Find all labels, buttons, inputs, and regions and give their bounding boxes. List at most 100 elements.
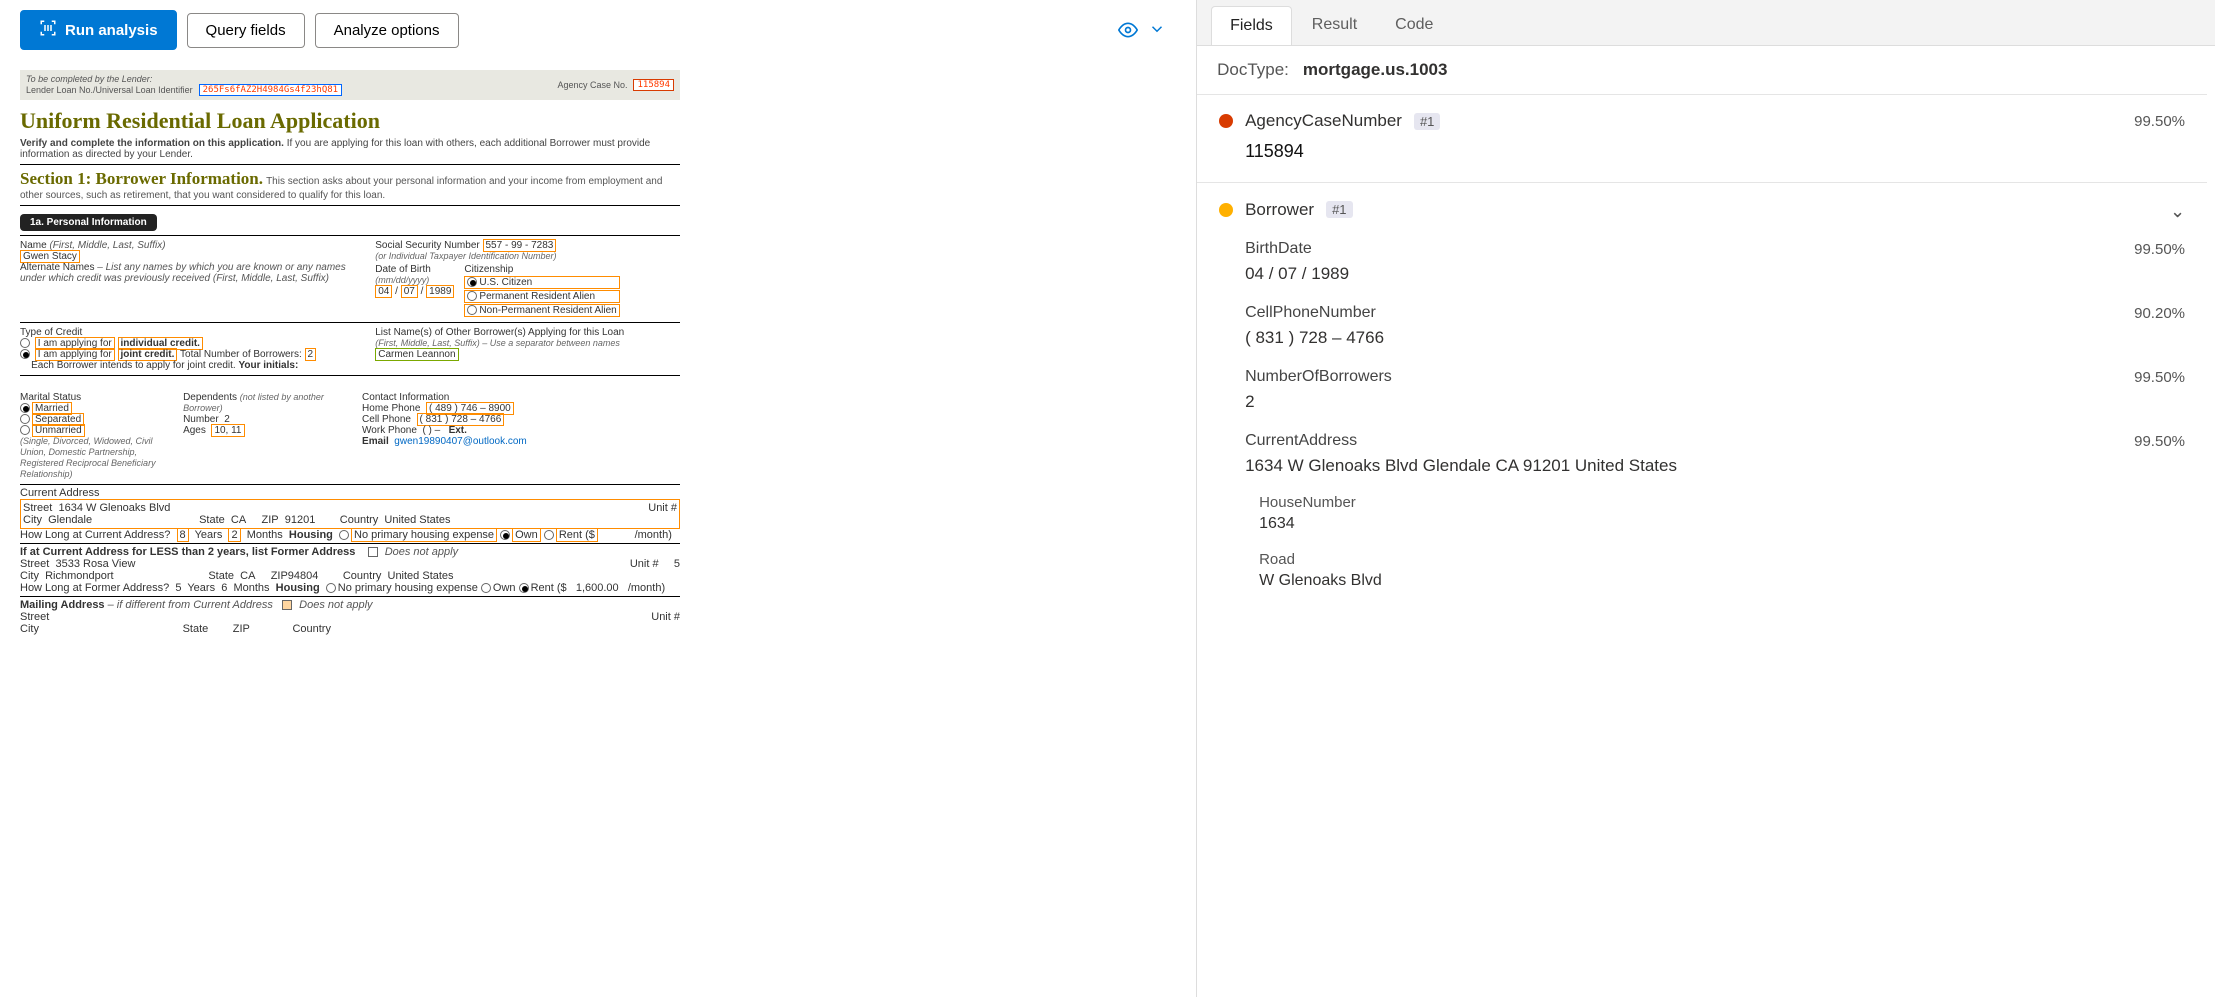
field-badge: #1: [1414, 113, 1440, 130]
subfield-confidence: 99.50%: [2134, 433, 2185, 450]
zip-label: ZIP: [261, 514, 278, 526]
own-label: Own: [512, 528, 541, 542]
ext-label: Ext.: [449, 425, 467, 436]
street-label-2: Street: [20, 558, 49, 570]
citizen-perm: Permanent Resident Alien: [479, 291, 595, 302]
nested-name: Road: [1259, 551, 2185, 568]
ssn-label: Social Security Number: [375, 240, 479, 251]
city-label-2: City: [20, 570, 39, 582]
dob-m: 04: [375, 285, 392, 298]
former-country: United States: [388, 570, 454, 582]
former-months: 6: [221, 582, 227, 594]
chevron-up-icon[interactable]: ⌃: [2170, 199, 2185, 220]
former-zip: ZIP94804: [271, 570, 319, 582]
results-tabs: Fields Result Code: [1197, 0, 2215, 45]
curraddr-city: Glendale: [48, 514, 92, 526]
nested-road: Road W Glenoaks Blvd: [1259, 551, 2185, 590]
field-name: AgencyCaseNumber: [1245, 111, 1402, 131]
altnames-label: Alternate Names: [20, 262, 94, 273]
subfield-confidence: 90.20%: [2134, 305, 2185, 322]
run-analysis-button[interactable]: Run analysis: [20, 10, 177, 50]
nested-name: HouseNumber: [1259, 494, 2185, 511]
zip-label-3: ZIP: [233, 623, 250, 635]
other-borrowers-label: List Name(s) of Other Borrower(s) Applyi…: [375, 327, 624, 338]
initials-label: Your initials:: [238, 360, 298, 371]
nested-value: 1634: [1259, 515, 2185, 533]
dna-2: Does not apply: [299, 599, 372, 611]
subfield-currentaddress: CurrentAddress 99.50% 1634 W Glenoaks Bl…: [1245, 432, 2185, 590]
email-value: gwen19890407@outlook.com: [394, 436, 526, 447]
home-phone-label: Home Phone: [362, 403, 420, 414]
field-value: 115894: [1245, 141, 2185, 162]
field-agency-case-number[interactable]: AgencyCaseNumber #1 99.50% 115894: [1197, 94, 2207, 182]
eye-icon[interactable]: [1118, 20, 1138, 45]
curraddr-street: 1634 W Glenoaks Blvd: [58, 502, 170, 514]
subfield-confidence: 99.50%: [2134, 369, 2185, 386]
dna-1: Does not apply: [385, 546, 458, 558]
mailing-label: Mailing Address: [20, 599, 105, 611]
former-street: 3533 Rosa View: [55, 558, 135, 570]
nested-value: W Glenoaks Blvd: [1259, 572, 2185, 590]
dob-label: Date of Birth: [375, 264, 431, 275]
howlong-months: 2: [228, 528, 240, 542]
field-badge: #1: [1326, 201, 1352, 218]
month-suffix-2: /month): [628, 582, 665, 594]
analyze-options-button[interactable]: Analyze options: [315, 13, 459, 48]
months-label-2: Months: [233, 582, 269, 594]
dob-d: 07: [401, 285, 418, 298]
former-rent: 1,600.00: [576, 582, 619, 594]
tab-1a: 1a. Personal Information: [20, 214, 157, 231]
howlong-years: 8: [177, 528, 189, 542]
subfield-numberofborrowers: NumberOfBorrowers 99.50% 2: [1245, 368, 2185, 412]
mailing-hint: – if different from Current Address: [108, 599, 273, 611]
street-label: Street: [23, 502, 52, 514]
former-heading: If at Current Address for LESS than 2 ye…: [20, 546, 355, 558]
years-label: Years: [195, 529, 223, 541]
subfield-value: ( 831 ) 728 – 4766: [1245, 328, 2185, 348]
city-label: City: [23, 514, 42, 526]
citizenship-label: Citizenship: [464, 264, 513, 275]
intro-bold: Verify and complete the information on t…: [20, 138, 284, 149]
own-label-2: Own: [493, 582, 516, 594]
email-label: Email: [362, 436, 389, 447]
fields-panel: DocType: mortgage.us.1003 AgencyCaseNumb…: [1197, 45, 2215, 997]
tab-code[interactable]: Code: [1377, 6, 1451, 45]
subfield-value: 04 / 07 / 1989: [1245, 264, 2185, 284]
former-years: 5: [175, 582, 181, 594]
document-preview-pane: Run analysis Query fields Analyze option…: [0, 0, 1196, 997]
lender-loan-value: 265Fs6fAZ2H4984Gs4f23hQ81: [199, 84, 342, 96]
status-dot-icon: [1219, 203, 1233, 217]
state-label: State: [199, 514, 225, 526]
dob-hint: (mm/dd/yyyy): [375, 275, 429, 285]
years-label-2: Years: [187, 582, 215, 594]
agency-label: Agency Case No.: [557, 80, 627, 90]
ssn-hint: (or Individual Taxpayer Identification N…: [375, 251, 556, 261]
rent-label: Rent ($: [556, 528, 598, 542]
query-fields-button[interactable]: Query fields: [187, 13, 305, 48]
subfield-confidence: 99.50%: [2134, 241, 2185, 258]
tab-fields[interactable]: Fields: [1211, 6, 1292, 45]
total-borrowers-label: Total Number of Borrowers:: [180, 349, 302, 360]
tab-result[interactable]: Result: [1294, 6, 1375, 45]
total-borrowers-value: 2: [305, 348, 317, 361]
lender-loan-label: Lender Loan No./Universal Loan Identifie…: [26, 85, 193, 95]
nested-housenumber: HouseNumber 1634: [1259, 494, 2185, 533]
citizen-nonperm: Non-Permanent Resident Alien: [479, 305, 616, 316]
status-dot-icon: [1219, 114, 1233, 128]
street-label-3: Street: [20, 611, 49, 623]
unit-label-3: Unit #: [651, 611, 680, 623]
rent-label-2: Rent ($: [531, 582, 567, 594]
field-borrower[interactable]: Borrower #1 ⌃ BirthDate 99.50% 04 / 07 /…: [1197, 182, 2207, 610]
other-borrower-name: Carmen Leannon: [375, 348, 458, 361]
agency-value: 115894: [633, 79, 674, 91]
other-borrowers-hint: (First, Middle, Last, Suffix) – Use a se…: [375, 338, 620, 348]
chevron-down-icon[interactable]: [1148, 20, 1166, 45]
curraddr-label: Current Address: [20, 487, 99, 499]
lender-note: To be completed by the Lender:: [26, 74, 152, 84]
state-label-3: State: [183, 623, 209, 635]
howlong-label: How Long at Current Address?: [20, 529, 170, 541]
state-label-2: State: [208, 570, 234, 582]
doc-title: Uniform Residential Loan Application: [20, 108, 680, 134]
doctype-value: mortgage.us.1003: [1303, 60, 1448, 80]
subfield-value: 1634 W Glenoaks Blvd Glendale CA 91201 U…: [1245, 456, 2185, 476]
